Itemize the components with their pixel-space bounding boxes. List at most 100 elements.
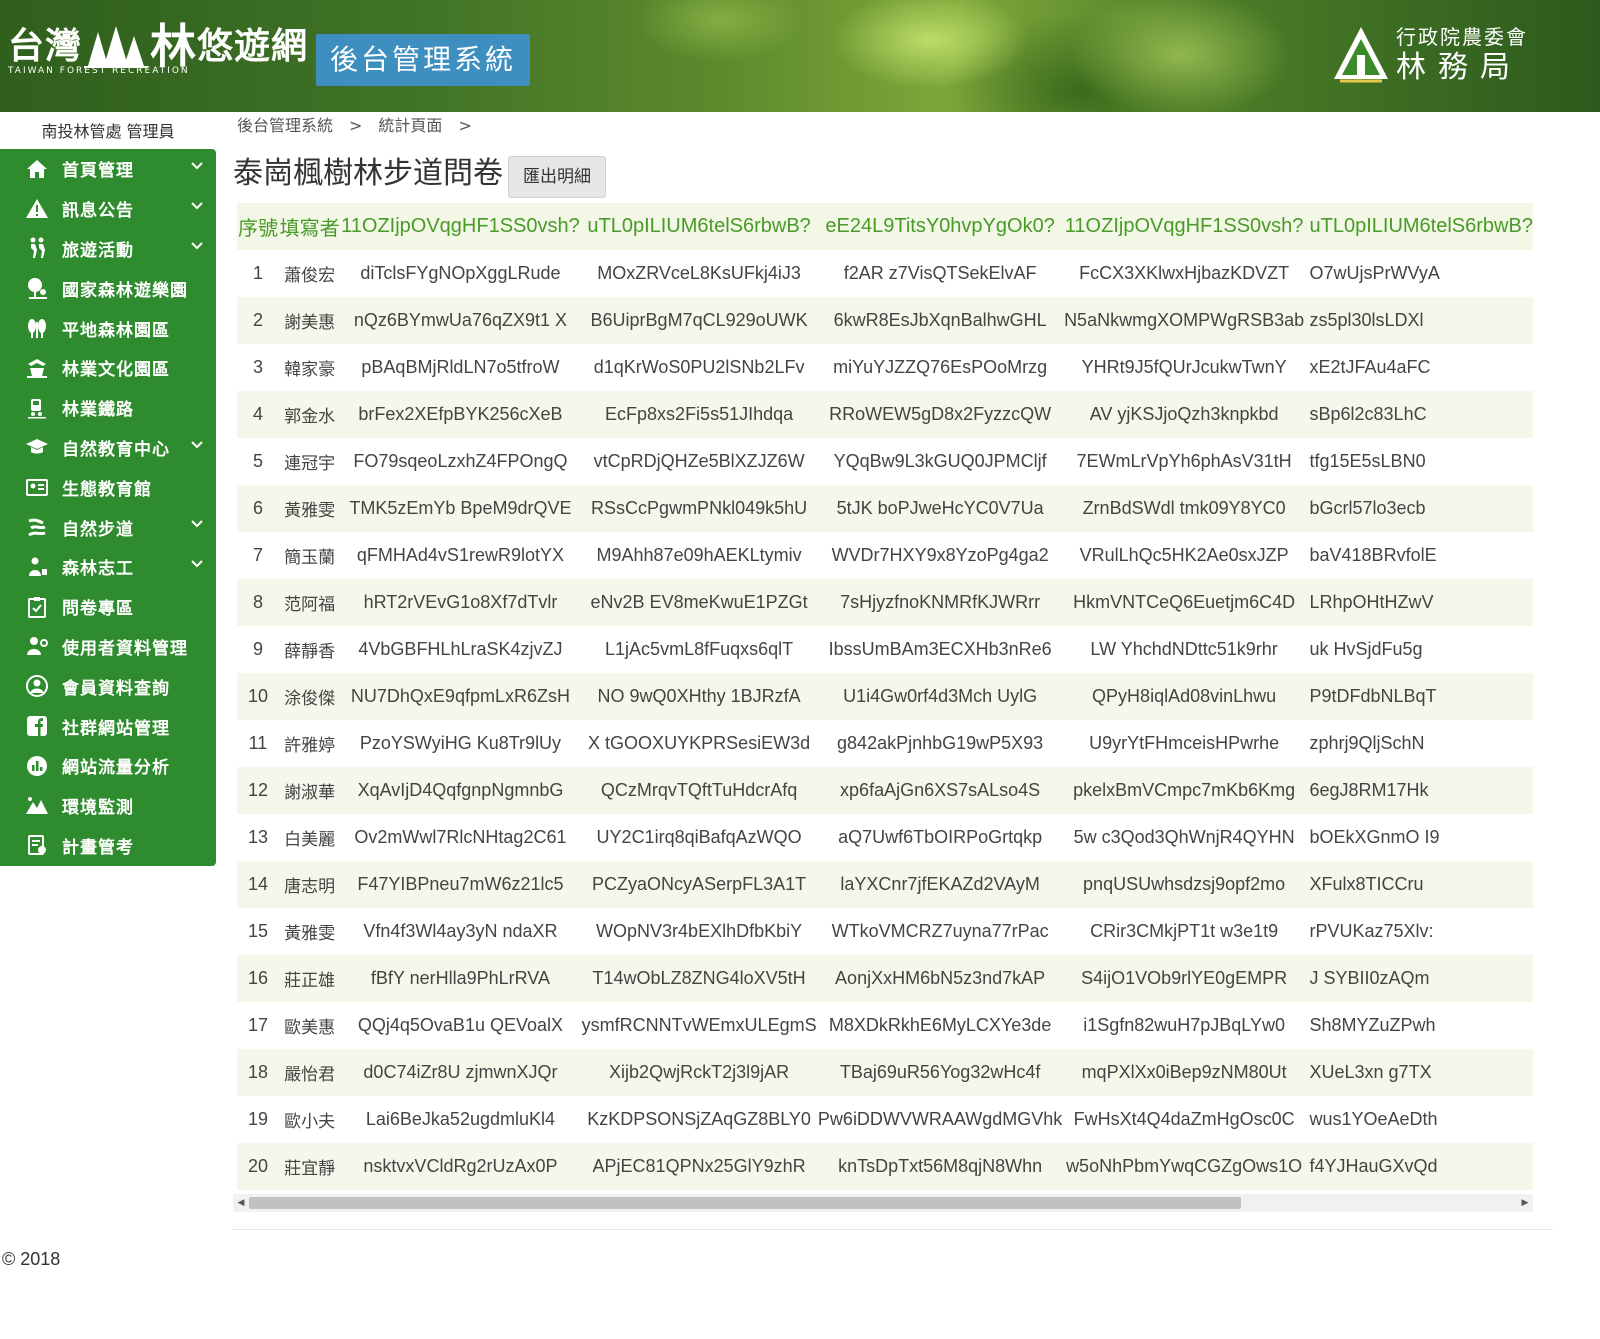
row-index-cell: 17 <box>237 1002 279 1049</box>
answer-cell: Vfn4f3Wl4ay3yN ndaXR <box>340 908 581 955</box>
answer-cell: 7EWmLrVpYh6phAsV31tH <box>1062 438 1306 485</box>
volunteer-icon <box>24 554 50 580</box>
mountain-icon <box>24 793 50 819</box>
train-icon <box>24 395 50 421</box>
sidebar-item-label: 旅遊活動 <box>62 240 134 261</box>
answer-cell: MOxZRVceL8KsUFkj4iJ3 <box>580 250 818 297</box>
answer-cell: 6kwR8EsJbXqnBalhwGHL <box>817 297 1063 344</box>
table-row: 14 唐志明 F47YIBPneu7mW6z21lc5 PCZyaONcyASerpF… <box>237 861 1533 908</box>
answer-cell: 4VbGBFHLhLraSK4zjvZJ <box>340 626 581 673</box>
table-row: 11 許雅婷 PzoYSWyiHG Ku8Tr9lUy X tGOOXUYKPRSes… <box>237 720 1533 767</box>
answer-cell: NO 9wQ0XHthy 1BJRzfA <box>580 673 818 720</box>
answer-cell: hRT2rVEvG1o8Xf7dTvlr <box>340 579 581 626</box>
answer-cell: rPVUKaz75Xlv: <box>1305 908 1533 955</box>
breadcrumb-item-admin[interactable]: 後台管理系統 <box>237 112 333 136</box>
answer-cell: N5aNkwmgXOMPWgRSB3ab <box>1062 297 1306 344</box>
sidebar-item-ecology-museum[interactable]: 生態教育館 <box>0 467 216 507</box>
sidebar-item-label: 自然步道 <box>62 519 134 540</box>
sidebar-item-social-media[interactable]: 社群網站管理 <box>0 706 216 746</box>
sidebar-item-member-query[interactable]: 會員資料查詢 <box>0 666 216 706</box>
horizontal-scrollbar[interactable]: ◀ ▶ <box>233 1194 1533 1212</box>
logo-text-recreation: 悠遊網 <box>197 25 309 67</box>
respondent-cell: 許雅婷 <box>278 720 341 767</box>
answer-cell: RSsCcPgwmPNkl049k5hU <box>580 485 818 532</box>
answer-cell: laYXCnr7jfEKAZd2VAyM <box>817 861 1063 908</box>
sidebar-item-plan-review[interactable]: 計畫管考 <box>0 826 216 866</box>
sidebar-item-home[interactable]: 首頁管理 <box>0 149 216 189</box>
table-row: 3 韓家豪 pBAqBMjRldLN7o5tfroW d1qKrWoS0PU2lSNb… <box>237 344 1533 391</box>
column-header: 11OZIjpOVqgHF1SS0vsh? <box>340 203 581 250</box>
chart-icon <box>24 753 50 779</box>
answer-cell: KzKDPSONSjZAqGZ8BLY0 <box>580 1096 818 1143</box>
answer-cell: zs5pl30lsLDXl <box>1305 297 1533 344</box>
answer-cell: d1qKrWoS0PU2lSNb2LFv <box>580 344 818 391</box>
sidebar-item-nature-education-center[interactable]: 自然教育中心 <box>0 428 216 468</box>
scrollbar-thumb[interactable] <box>249 1197 1241 1209</box>
sidebar-item-label: 環境監測 <box>62 798 134 819</box>
sidebar-item-nature-trail[interactable]: 自然步道 <box>0 507 216 547</box>
row-index-cell: 12 <box>237 767 279 814</box>
respondent-cell: 蕭俊宏 <box>278 250 341 297</box>
sidebar-item-label: 國家森林遊樂園 <box>62 280 188 301</box>
answer-cell: LW YhchdNDttc51k9rhr <box>1062 626 1306 673</box>
respondent-cell: 歐小夫 <box>278 1096 341 1143</box>
agency-emblem-icon <box>1334 27 1388 83</box>
tree-park-icon <box>24 275 50 301</box>
row-index-cell: 19 <box>237 1096 279 1143</box>
answer-cell: nsktvxVCldRg2rUzAx0P <box>340 1143 581 1190</box>
site-logo[interactable]: 台灣 林 悠遊網 TAIWAN FOREST RECREATION <box>8 23 309 76</box>
answer-cell: diTclsFYgNOpXggLRude <box>340 250 581 297</box>
answer-cell: B6UiprBgM7qCL929oUWK <box>580 297 818 344</box>
sidebar-item-announcements[interactable]: 訊息公告 <box>0 189 216 229</box>
sidebar-item-activities[interactable]: 旅遊活動 <box>0 229 216 269</box>
row-index-cell: 18 <box>237 1049 279 1096</box>
row-index-cell: 15 <box>237 908 279 955</box>
column-header: eE24L9TitsY0hvpYgOk0? <box>817 203 1063 250</box>
sidebar-item-forestry-culture-park[interactable]: 林業文化園區 <box>0 348 216 388</box>
sidebar-item-forest-volunteer[interactable]: 森林志工 <box>0 547 216 587</box>
column-header: 11OZIjpOVqgHF1SS0vsh? <box>1062 203 1306 250</box>
answer-cell: 5tJK boPJweHcYC0V7Ua <box>817 485 1063 532</box>
sidebar-item-label: 林業文化園區 <box>62 360 170 381</box>
table-row: 9 薛靜香 4VbGBFHLhLraSK4zjvZJ L1jAc5vmL8fFuqxs… <box>237 626 1533 673</box>
sidebar-item-plain-forest-park[interactable]: 平地森林園區 <box>0 308 216 348</box>
breadcrumb-item-statistics[interactable]: 統計頁面 <box>378 112 442 136</box>
system-title: 後台管理系統 <box>316 34 530 86</box>
sidebar-item-environment-monitoring[interactable]: 環境監測 <box>0 786 216 826</box>
row-index-cell: 5 <box>237 438 279 485</box>
answer-cell: w5oNhPbmYwqCGZgOws1O <box>1062 1143 1306 1190</box>
answer-cell: LRhpOHtHZwV <box>1305 579 1533 626</box>
sidebar-item-forest-railway[interactable]: 林業鐵路 <box>0 388 216 428</box>
row-index-cell: 1 <box>237 250 279 297</box>
table-row: 20 莊宜靜 nsktvxVCldRg2rUzAx0P APjEC81QPNx25Gl… <box>237 1143 1533 1190</box>
sidebar-item-questionnaire[interactable]: 問卷專區 <box>0 587 216 627</box>
answer-cell: f4YJHauGXvQd <box>1305 1143 1533 1190</box>
scroll-left-arrow[interactable]: ◀ <box>233 1194 249 1212</box>
row-index-cell: 20 <box>237 1143 279 1190</box>
answer-cell: wus1YOeAeDth <box>1305 1096 1533 1143</box>
table-row: 16 莊正雄 fBfY nerHlla9PhLrRVA T14wObLZ8ZNG4lo… <box>237 955 1533 1002</box>
respondent-cell: 黃雅雯 <box>278 485 341 532</box>
sidebar-item-traffic-analysis[interactable]: 網站流量分析 <box>0 746 216 786</box>
respondent-cell: 連冠宇 <box>278 438 341 485</box>
respondent-cell: 薛靜香 <box>278 626 341 673</box>
answer-cell: pkelxBmVCmpc7mKb6Kmg <box>1062 767 1306 814</box>
chevron-down-icon <box>191 202 203 210</box>
answer-cell: YHRt9J5fQUrJcukwTwnY <box>1062 344 1306 391</box>
answer-cell: S4ijO1VOb9rlYE0gEMPR <box>1062 955 1306 1002</box>
export-details-button[interactable]: 匯出明細 <box>508 156 606 198</box>
plan-icon <box>24 832 50 858</box>
sidebar-item-national-forest-park[interactable]: 國家森林遊樂園 <box>0 268 216 308</box>
row-index-cell: 8 <box>237 579 279 626</box>
respondent-cell: 范阿福 <box>278 579 341 626</box>
answer-cell: U1i4Gw0rf4d3Mch UylG <box>817 673 1063 720</box>
answer-cell: XUeL3xn g7TX <box>1305 1049 1533 1096</box>
table-row: 5 連冠宇 FO79sqeoLzxhZ4FPOngQ vtCpRDjQHZe5BlXZ… <box>237 438 1533 485</box>
sidebar-item-user-management[interactable]: 使用者資料管理 <box>0 627 216 667</box>
sidebar-item-label: 首頁管理 <box>62 161 134 182</box>
breadcrumb: 後台管理系統 > 統計頁面 > <box>237 112 488 136</box>
answer-cell: 5w c3Qod3QhWnjR4QYHN <box>1062 814 1306 861</box>
answer-cell: bOEkXGnmO I9 <box>1305 814 1533 861</box>
scroll-right-arrow[interactable]: ▶ <box>1517 1194 1533 1212</box>
column-header: uTL0pILIUM6telS6rbwB? <box>1305 203 1533 250</box>
